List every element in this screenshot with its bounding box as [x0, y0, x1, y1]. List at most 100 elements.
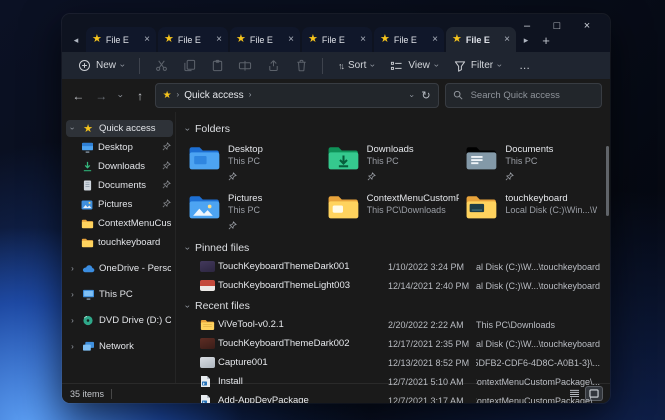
- refresh-icon[interactable]: ↻: [421, 89, 430, 102]
- minimize-button[interactable]: –: [512, 17, 542, 35]
- cut-button[interactable]: [149, 55, 173, 76]
- tab-file-explorer-5[interactable]: ★ File E ×: [374, 27, 444, 52]
- tab-close-icon[interactable]: ×: [216, 34, 222, 45]
- folder-tile-text: ContextMenuCustomPac... This PC\Download…: [367, 193, 459, 215]
- filter-button[interactable]: Filter ›: [448, 55, 507, 76]
- chevron-collapsed-icon[interactable]: ›: [68, 264, 77, 273]
- section-title: Pinned files: [195, 242, 249, 254]
- sidebar-item-pictures[interactable]: Pictures: [78, 196, 173, 213]
- section-header-pinned-files[interactable]: › Pinned files: [186, 239, 600, 257]
- file-date: 12/7/2021 5:10 AM: [388, 377, 476, 387]
- paste-button[interactable]: [205, 55, 229, 76]
- folder-tile-contextmenucustompackage[interactable]: ContextMenuCustomPac... This PC\Download…: [327, 193, 462, 235]
- up-button[interactable]: ↑: [132, 86, 149, 106]
- chevron-collapsed-icon[interactable]: ›: [68, 316, 77, 325]
- sidebar-label: Network: [99, 341, 171, 352]
- image-thumbnail-icon: [200, 338, 218, 349]
- folder-tile-pictures[interactable]: Pictures This PC: [188, 193, 323, 235]
- file-row-touchkeyboardthemedark002[interactable]: TouchKeyboardThemeDark002 12/17/2021 2:3…: [186, 334, 600, 353]
- forward-button[interactable]: →: [93, 86, 110, 106]
- tab-close-icon[interactable]: ×: [360, 34, 366, 45]
- section-header-folders[interactable]: › Folders: [186, 120, 600, 138]
- sort-button[interactable]: ↑↓ Sort ›: [332, 55, 380, 76]
- tab-file-explorer-6-active[interactable]: ★ File E ×: [446, 27, 516, 52]
- star-icon: ★: [92, 34, 102, 45]
- tab-file-explorer-4[interactable]: ★ File E ×: [302, 27, 372, 52]
- close-button[interactable]: ×: [572, 17, 602, 35]
- folder-tile-touchkeyboard[interactable]: touchkeyboard Local Disk (C:)\Win...\Web: [465, 193, 600, 235]
- back-button[interactable]: ←: [70, 86, 87, 106]
- star-icon: ★: [164, 34, 174, 45]
- explorer-body: › ★ Quick access Desktop Downloads Docum…: [62, 112, 610, 383]
- sidebar-item-documents[interactable]: Documents: [78, 177, 173, 194]
- folder-icon: [80, 218, 94, 230]
- sidebar-item-this-pc[interactable]: › This PC: [66, 286, 173, 303]
- sidebar-item-contextmenucust[interactable]: ContextMenuCust: [78, 215, 173, 232]
- folder-tile-documents[interactable]: Documents This PC: [465, 144, 600, 186]
- file-row-capture001[interactable]: Capture001 12/13/2021 8:52 PM ...\{5205D…: [186, 353, 600, 372]
- delete-button[interactable]: [289, 55, 313, 76]
- new-button[interactable]: New ›: [72, 55, 130, 76]
- search-input[interactable]: [469, 89, 594, 102]
- breadcrumb-quick-access[interactable]: Quick access: [184, 90, 243, 101]
- folder-tile-desktop[interactable]: Desktop This PC: [188, 144, 323, 186]
- rename-button[interactable]: [233, 55, 257, 76]
- file-row-add-appdevpackage[interactable]: Add-AppDevPackage 12/7/2021 3:17 AM ...\…: [186, 391, 600, 403]
- tab-close-icon[interactable]: ×: [144, 34, 150, 45]
- chevron-expanded-icon[interactable]: ›: [68, 124, 77, 133]
- folder-location: This PC: [228, 205, 262, 215]
- section-chevron-icon[interactable]: ›: [183, 247, 192, 250]
- tab-scroll-left-icon[interactable]: ◂: [68, 28, 84, 52]
- pin-icon: [228, 168, 263, 186]
- section-header-recent-files[interactable]: › Recent files: [186, 297, 600, 315]
- copy-button[interactable]: [177, 55, 201, 76]
- chevron-collapsed-icon[interactable]: ›: [68, 342, 77, 351]
- chevron-collapsed-icon[interactable]: ›: [68, 290, 77, 299]
- tab-close-icon[interactable]: ×: [432, 34, 438, 45]
- tab-file-explorer-1[interactable]: ★ File E ×: [86, 27, 156, 52]
- status-separator: [111, 389, 112, 399]
- tab-close-icon[interactable]: ×: [504, 34, 510, 45]
- sidebar-item-quick-access[interactable]: › ★ Quick access: [66, 120, 173, 137]
- folder-tile-text: Downloads This PC: [367, 144, 414, 186]
- folder-location: Local Disk (C:)\Win...\Web: [505, 205, 597, 215]
- folder-tile-downloads[interactable]: Downloads This PC: [327, 144, 462, 186]
- file-row-touchkeyboardthemedark001[interactable]: TouchKeyboardThemeDark001 1/10/2022 3:24…: [186, 257, 600, 276]
- sidebar-item-onedrive[interactable]: › OneDrive - Personal: [66, 260, 173, 277]
- computer-icon: [81, 289, 95, 301]
- sidebar-item-desktop[interactable]: Desktop: [78, 139, 173, 156]
- address-bar[interactable]: ★ › Quick access › › ↻: [155, 83, 439, 108]
- sidebar-item-network[interactable]: › Network: [66, 338, 173, 355]
- file-row-install[interactable]: Install 12/7/2021 5:10 AM ...\ContextMen…: [186, 372, 600, 391]
- tab-close-icon[interactable]: ×: [288, 34, 294, 45]
- sidebar-label: OneDrive - Personal: [99, 263, 171, 274]
- folder-name: ContextMenuCustomPac...: [367, 193, 459, 204]
- share-icon: [267, 59, 280, 72]
- titlebar[interactable]: ◂ ★ File E × ★ File E × ★ File E × ★ Fil…: [62, 14, 610, 52]
- section-chevron-icon[interactable]: ›: [183, 305, 192, 308]
- section-title: Recent files: [195, 300, 250, 312]
- star-icon: ★: [81, 123, 95, 135]
- view-button[interactable]: View ›: [384, 55, 444, 76]
- toolbar-separator: [322, 58, 323, 74]
- sidebar-item-dvd-drive[interactable]: › DVD Drive (D:) CCCO: [66, 312, 173, 329]
- navigation-pane: › ★ Quick access Desktop Downloads Docum…: [62, 112, 176, 383]
- search-box[interactable]: [445, 83, 602, 108]
- tab-file-explorer-2[interactable]: ★ File E ×: [158, 27, 228, 52]
- window-controls: – □ ×: [512, 17, 602, 35]
- address-dropdown-chevron-icon[interactable]: ›: [407, 94, 415, 97]
- recent-locations-chevron-icon[interactable]: ›: [111, 90, 131, 100]
- sidebar-item-downloads[interactable]: Downloads: [78, 158, 173, 175]
- section-chevron-icon[interactable]: ›: [183, 128, 192, 131]
- tab-file-explorer-3[interactable]: ★ File E ×: [230, 27, 300, 52]
- sort-label: Sort: [348, 60, 366, 71]
- file-row-touchkeyboardthemelight003[interactable]: TouchKeyboardThemeLight003 12/14/2021 2:…: [186, 276, 600, 295]
- pin-icon: [162, 199, 171, 211]
- see-more-button[interactable]: …: [511, 60, 539, 72]
- file-row-vivetool[interactable]: ViVeTool-v0.2.1 2/20/2022 2:22 AM This P…: [186, 315, 600, 334]
- maximize-button[interactable]: □: [542, 17, 572, 35]
- vertical-scrollbar[interactable]: [606, 146, 609, 216]
- share-button[interactable]: [261, 55, 285, 76]
- sidebar-item-touchkeyboard[interactable]: touchkeyboard: [78, 234, 173, 251]
- folder-location: This PC: [228, 156, 263, 166]
